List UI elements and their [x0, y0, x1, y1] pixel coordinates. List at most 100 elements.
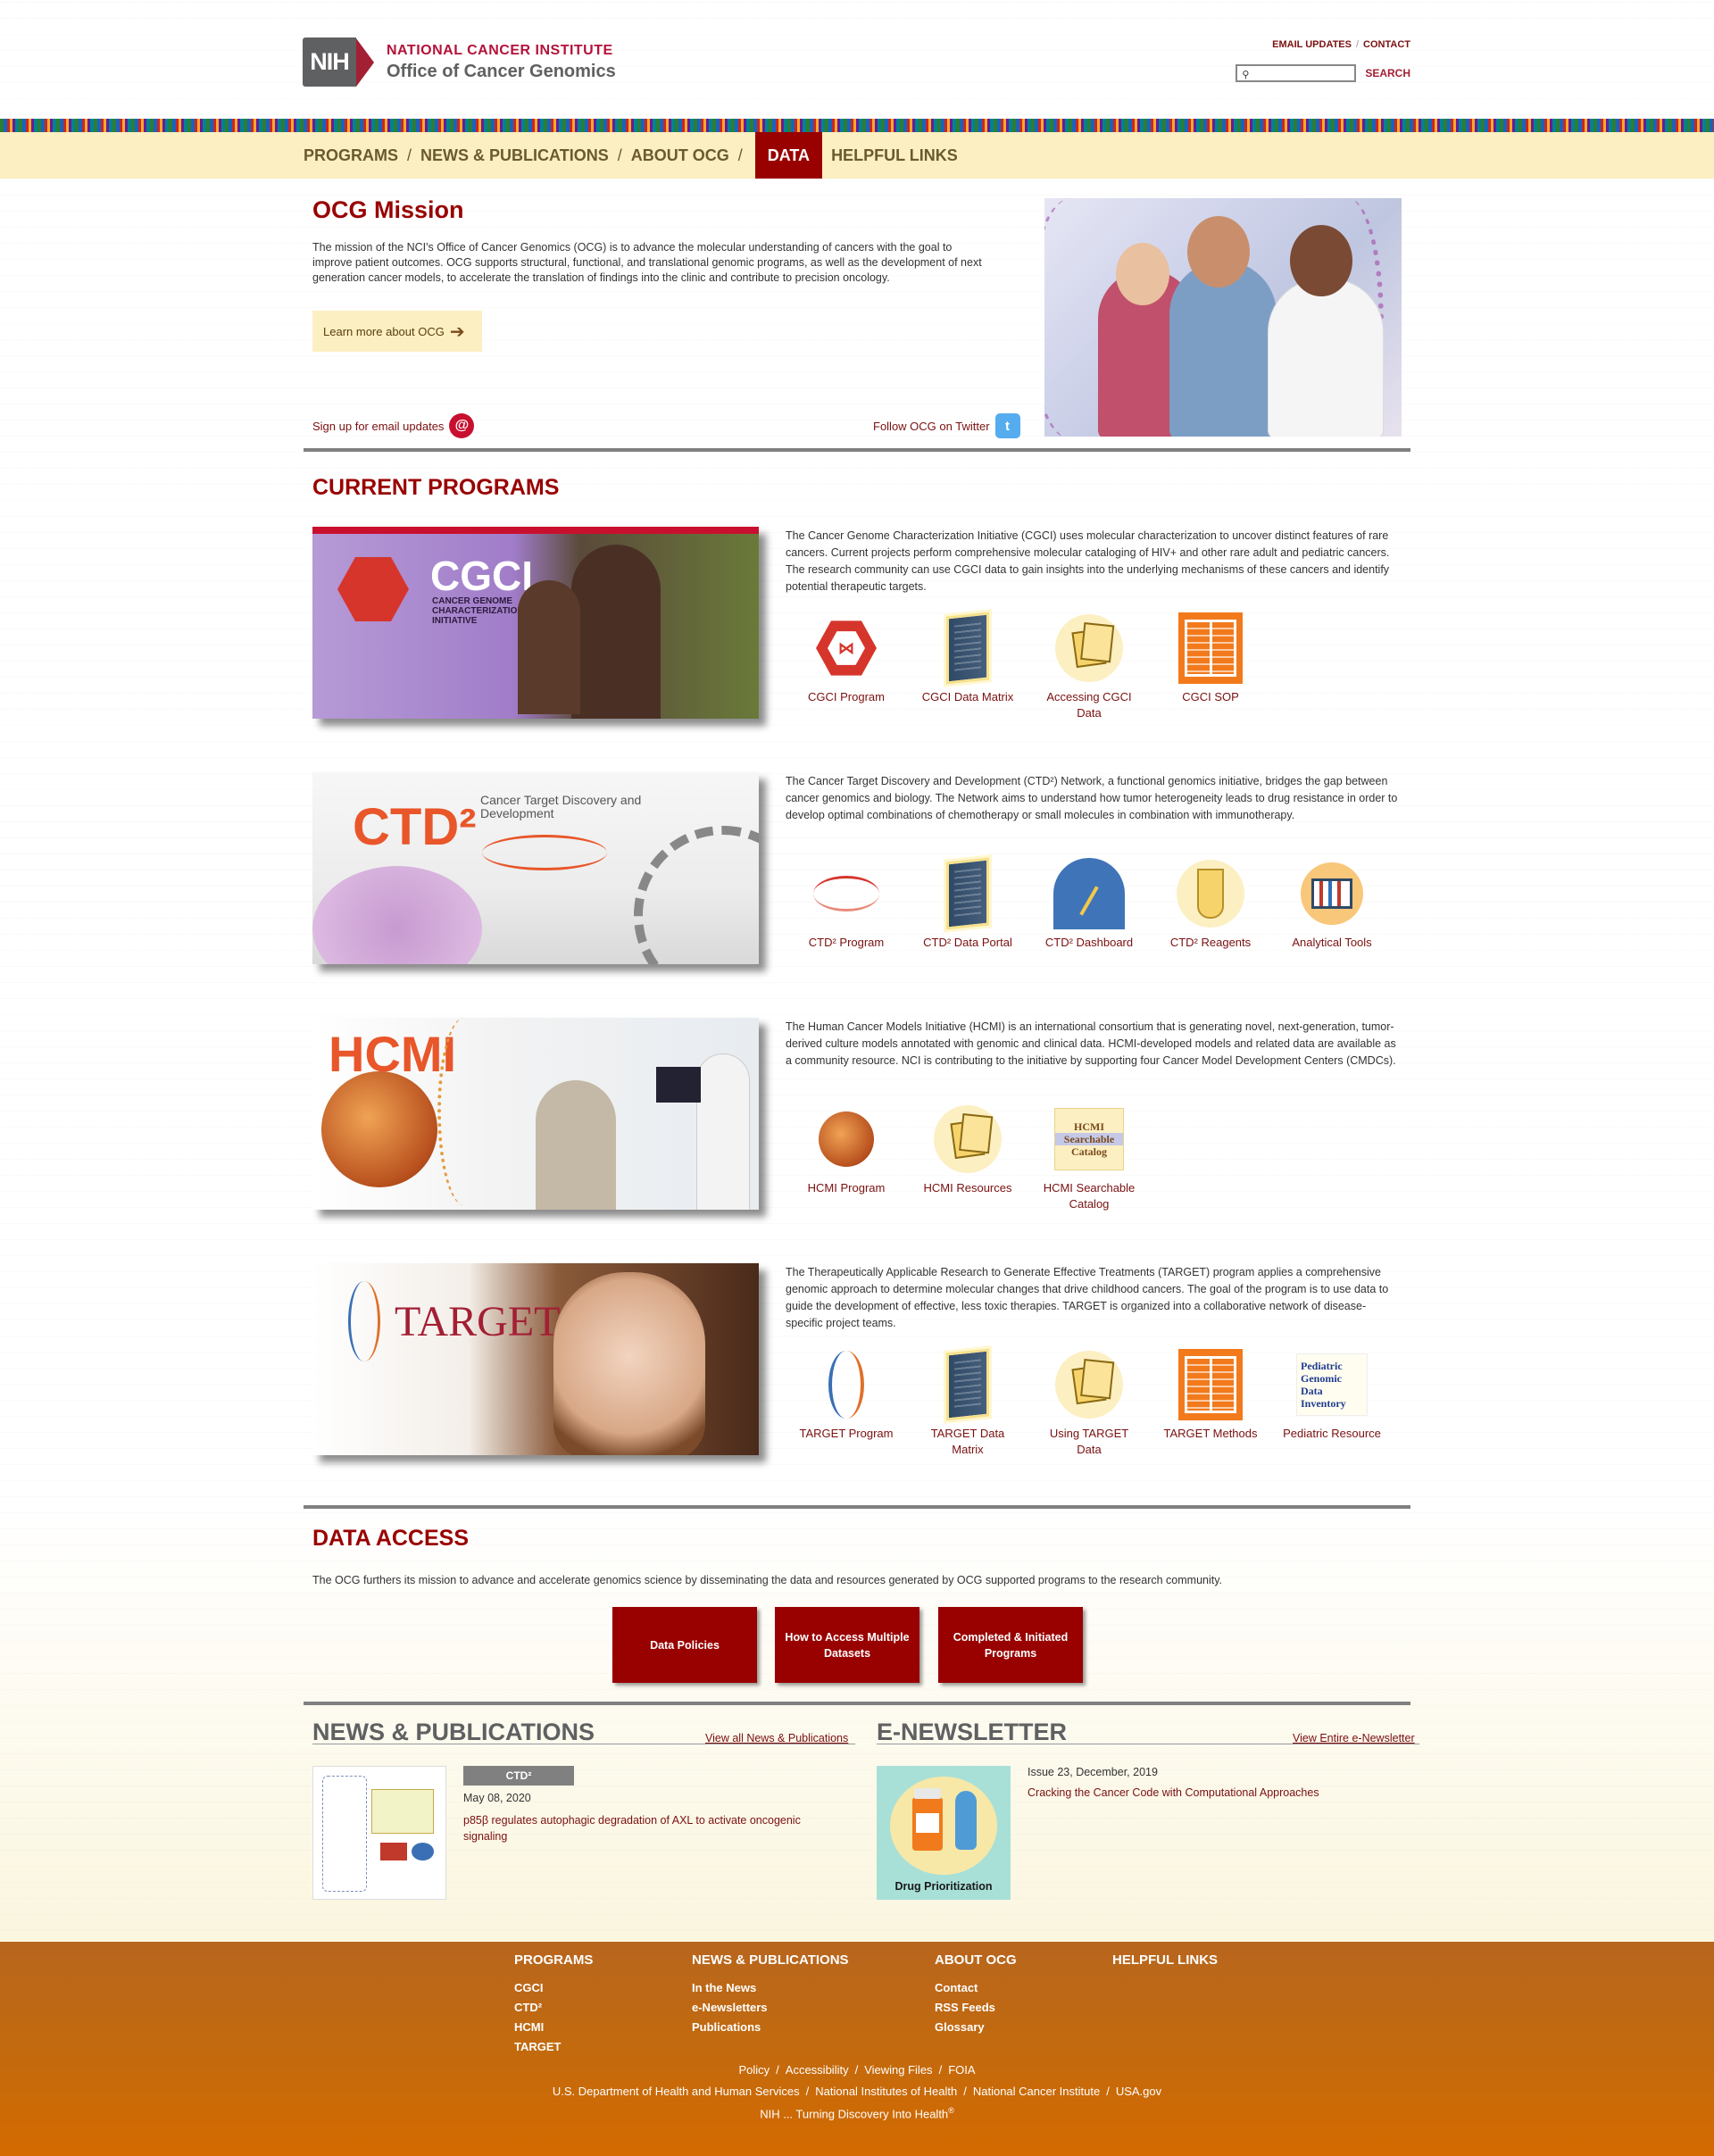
target-data-matrix-link[interactable]: TARGET Data Matrix — [907, 1348, 1028, 1458]
documents-icon — [1071, 1364, 1107, 1405]
mother-head — [1187, 216, 1250, 287]
cgci-sop-link[interactable]: CGCI SOP — [1150, 612, 1271, 721]
learn-more-label: Learn more about OCG — [323, 324, 445, 338]
hcmi-searchable-catalog-link[interactable]: HCMI Searchable Catalog HCMI Searchable … — [1028, 1103, 1150, 1212]
link-label: CGCI Program — [808, 690, 885, 703]
enewsletter-headline-link[interactable]: Cracking the Cancer Code with Computatio… — [1028, 1786, 1319, 1799]
ctd2-reagents-link[interactable]: CTD² Reagents — [1150, 858, 1271, 951]
news-headline-link[interactable]: p85β regulates autophagic degradation of… — [463, 1812, 838, 1844]
child-head — [1116, 243, 1169, 305]
footer-link[interactable]: Contact — [935, 1978, 1017, 1998]
footer-policy-link[interactable]: Policy — [738, 2063, 770, 2077]
contact-link[interactable]: CONTACT — [1363, 39, 1410, 50]
footer-link[interactable]: Glossary — [935, 2018, 1017, 2037]
twitter-icon: t — [994, 413, 1020, 438]
link-label: CTD² Reagents — [1169, 936, 1252, 949]
mission-hero-image — [1044, 198, 1402, 437]
footer-nci-link[interactable]: National Cancer Institute — [973, 2085, 1100, 2098]
catalog-icon-line: Searchable — [1055, 1133, 1123, 1145]
access-multiple-datasets-button[interactable]: How to Access Multiple Datasets — [775, 1607, 919, 1683]
footer-link[interactable]: Publications — [692, 2018, 849, 2037]
target-banner-image[interactable]: TARGET — [312, 1263, 759, 1455]
search-button[interactable]: SEARCH — [1365, 67, 1410, 79]
link-label: CGCI SOP — [1182, 690, 1239, 703]
doctor-figure — [1268, 279, 1384, 437]
view-entire-enewsletter-link[interactable]: View Entire e-Newsletter — [1293, 1732, 1415, 1744]
current-programs-title: CURRENT PROGRAMS — [312, 475, 560, 500]
accessing-cgci-data-link[interactable]: Accessing CGCI Data — [1028, 612, 1150, 721]
news-thumbnail-image[interactable] — [312, 1766, 446, 1900]
footer-policy-links: Policy / Accessibility / Viewing Files / FOIA — [738, 2063, 976, 2077]
genome-circle-graphic — [634, 826, 759, 964]
footer-link[interactable]: TARGET — [514, 2037, 593, 2057]
cgci-banner-image[interactable]: CGCI CANCER GENOME CHARACTERIZATION INIT… — [312, 527, 759, 719]
view-all-news-link[interactable]: View all News & Publications — [705, 1732, 848, 1744]
ctd2-links: CTD² Program CTD² Data Portal CTD² Dashb… — [786, 857, 1393, 951]
patient-figure — [536, 1080, 616, 1210]
enewsletter-thumbnail-image[interactable]: Drug Prioritization — [877, 1766, 1011, 1900]
news-publications-title: NEWS & PUBLICATIONS — [312, 1719, 595, 1745]
footer-heading[interactable]: ABOUT OCG — [935, 1952, 1017, 1968]
footer-hhs-link[interactable]: U.S. Department of Health and Human Serv… — [553, 2085, 800, 2098]
server-icon — [946, 612, 989, 685]
ctd2-banner-image[interactable]: CTD² Cancer Target Discovery and Develop… — [312, 772, 759, 964]
footer-link[interactable]: CTD² — [514, 1998, 593, 2018]
search-input[interactable]: ⚲ — [1236, 64, 1357, 82]
hcmi-banner-image[interactable]: HCMI — [312, 1018, 759, 1210]
footer-link[interactable]: RSS Feeds — [935, 1998, 1017, 2018]
footer-link[interactable]: HCMI — [514, 2018, 593, 2037]
learn-more-button[interactable]: Learn more about OCG ➔ — [312, 311, 482, 352]
analytical-tools-link[interactable]: Analytical Tools — [1271, 858, 1393, 951]
twitter-follow-link[interactable]: Follow OCG on Twitter t — [873, 413, 1020, 438]
ctd2-description: The Cancer Target Discovery and Developm… — [786, 773, 1402, 824]
target-program-link[interactable]: TARGET Program — [786, 1349, 907, 1458]
footer-heading[interactable]: NEWS & PUBLICATIONS — [692, 1952, 849, 1968]
server-icon — [946, 857, 989, 930]
doctor-head — [1290, 225, 1352, 296]
hcmi-resources-link[interactable]: HCMI Resources — [907, 1103, 1028, 1212]
footer-foia-link[interactable]: FOIA — [948, 2063, 975, 2077]
footer-link[interactable]: e-Newsletters — [692, 1998, 849, 2018]
ctd2-program-link[interactable]: CTD² Program — [786, 858, 907, 951]
footer-accessibility-link[interactable]: Accessibility — [786, 2063, 849, 2077]
footer-heading[interactable]: PROGRAMS — [514, 1952, 593, 1968]
link-label: HCMI Searchable Catalog — [1043, 1181, 1136, 1211]
dna-molecule-icon — [813, 876, 879, 912]
nav-about-ocg[interactable]: ABOUT OCG — [626, 132, 735, 179]
nav-data[interactable]: DATA — [754, 132, 823, 179]
pediatric-resource-link[interactable]: Pediatric Genomic Data Inventory Pediatr… — [1271, 1349, 1393, 1458]
nav-helpful-links[interactable]: HELPFUL LINKS — [826, 132, 963, 179]
news-date: May 08, 2020 — [463, 1792, 531, 1804]
target-links: TARGET Program TARGET Data Matrix Using … — [786, 1348, 1393, 1458]
hcmi-program-link[interactable]: HCMI Program — [786, 1103, 907, 1212]
footer-link[interactable]: CGCI — [514, 1978, 593, 1998]
target-methods-link[interactable]: TARGET Methods — [1150, 1349, 1271, 1458]
footer-usagov-link[interactable]: USA.gov — [1116, 2085, 1161, 2098]
nav-programs[interactable]: PROGRAMS — [304, 132, 404, 179]
ctd2-data-portal-link[interactable]: CTD² Data Portal — [907, 857, 1028, 951]
footer-link[interactable]: In the News — [692, 1978, 849, 1998]
site-logo[interactable]: NIH NATIONAL CANCER INSTITUTE Office of … — [303, 37, 616, 87]
section-divider — [304, 1505, 1410, 1509]
footer-viewing-files-link[interactable]: Viewing Files — [864, 2063, 932, 2077]
link-label: CGCI Data Matrix — [921, 690, 1014, 703]
server-icon — [946, 1348, 989, 1421]
footer-nih-link[interactable]: National Institutes of Health — [815, 2085, 957, 2098]
catalog-icon-line: HCMI — [1074, 1120, 1104, 1133]
footer-heading[interactable]: HELPFUL LINKS — [1112, 1952, 1218, 1968]
mission-title: OCG Mission — [312, 196, 464, 223]
hcmi-links: HCMI Program HCMI Resources HCMI Searcha… — [786, 1103, 1150, 1212]
email-updates-link[interactable]: EMAIL UPDATES — [1272, 39, 1352, 50]
documents-icon — [1071, 628, 1107, 669]
mission-section: OCG Mission The mission of the NCI's Off… — [312, 196, 982, 286]
cgci-data-matrix-link[interactable]: CGCI Data Matrix — [907, 612, 1028, 721]
cell-graphic — [312, 866, 482, 964]
cgci-program-link[interactable]: ⋈ CGCI Program — [786, 612, 907, 721]
nav-news-publications[interactable]: NEWS & PUBLICATIONS — [415, 132, 614, 179]
data-policies-button[interactable]: Data Policies — [612, 1607, 757, 1683]
ctd2-dashboard-link[interactable]: CTD² Dashboard — [1028, 858, 1150, 951]
email-signup-link[interactable]: Sign up for email updates @ — [312, 413, 475, 438]
completed-initiated-programs-button[interactable]: Completed & Initiated Programs — [938, 1607, 1083, 1683]
using-target-data-link[interactable]: Using TARGET Data — [1028, 1349, 1150, 1458]
nav-separator: / — [737, 146, 743, 164]
